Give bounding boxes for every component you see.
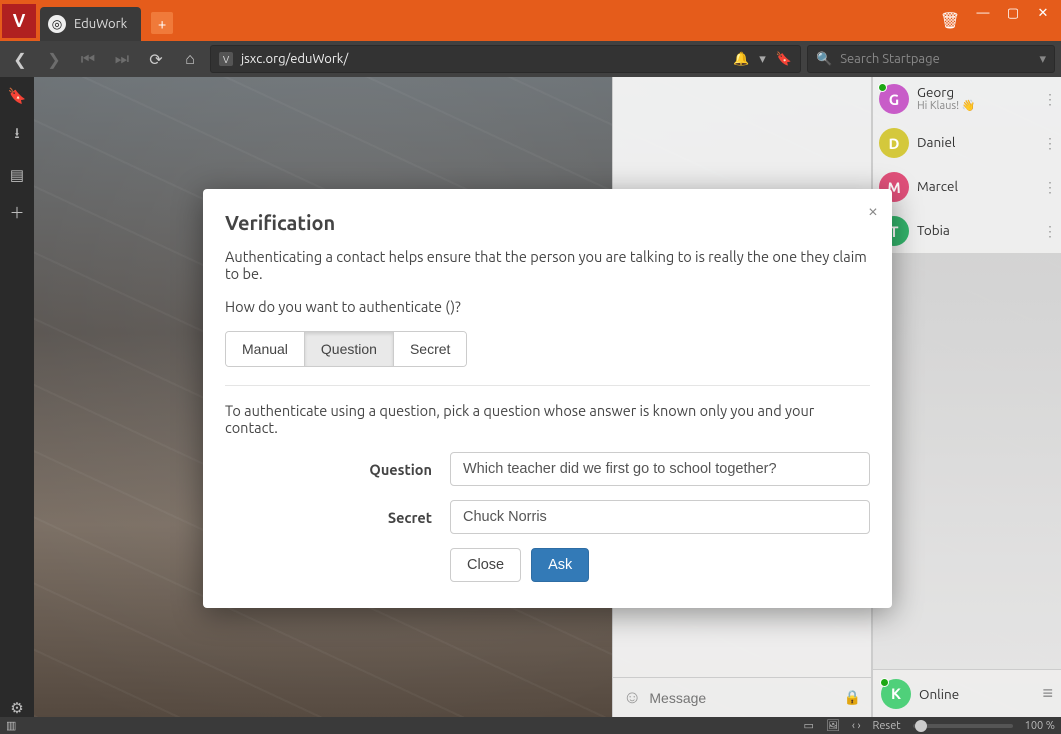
reload-button[interactable]: ⟳ — [142, 45, 170, 73]
own-status-label: Online — [919, 686, 959, 702]
zoom-reset[interactable]: Reset — [873, 720, 901, 732]
contact-menu-icon[interactable]: ⋮ — [1043, 91, 1057, 108]
ask-button[interactable]: Ask — [531, 548, 589, 582]
secret-label: Secret — [225, 509, 450, 526]
maximize-icon[interactable]: ▢ — [1003, 4, 1023, 22]
contact-menu-icon[interactable]: ⋮ — [1043, 223, 1057, 240]
site-info-icon[interactable]: V — [219, 52, 233, 66]
image-toggle-icon[interactable]: 🖼 — [826, 719, 840, 732]
avatar: K — [881, 679, 911, 709]
tab-question[interactable]: Question — [304, 332, 393, 366]
search-engine-dropdown-icon[interactable]: ▾ — [1039, 52, 1046, 67]
dialog-how: How do you want to authenticate ()? — [225, 298, 870, 315]
tab-favicon: ◎ — [48, 15, 66, 33]
home-button[interactable]: ⌂ — [176, 45, 204, 73]
fast-forward-button[interactable]: ⏭ — [108, 45, 136, 73]
window-controls: — ▢ ✕ — [967, 0, 1061, 41]
chat-input-bar: ☺ 🔒 — [613, 677, 871, 717]
question-label: Question — [225, 461, 450, 478]
url-text: jsxc.org/eduWork/ — [241, 52, 348, 66]
avatar: D — [879, 128, 909, 158]
settings-icon[interactable]: ⚙ — [10, 699, 23, 717]
emoji-icon[interactable]: ☺ — [623, 687, 641, 708]
question-help: To authenticate using a question, pick a… — [225, 402, 870, 436]
dialog-close-icon[interactable]: × — [868, 201, 878, 221]
notifications-icon[interactable]: 🔔 — [733, 52, 749, 67]
tab-secret[interactable]: Secret — [393, 332, 466, 366]
forward-button[interactable]: ❯ — [40, 45, 68, 73]
bookmarks-panel-icon[interactable]: 🔖 — [8, 87, 27, 105]
status-bar: ▥ ▭ 🖼 ‹ › Reset 100 % — [0, 717, 1061, 734]
contact-roster: G Georg Hi Klaus! 👋 ⋮ D Daniel ⋮ M Marce… — [872, 77, 1061, 717]
contact-item[interactable]: T Tobia ⋮ — [873, 209, 1061, 253]
encryption-lock-icon[interactable]: 🔒 — [844, 689, 861, 706]
verification-dialog: × Verification Authenticating a contact … — [203, 189, 892, 608]
presence-online-icon — [880, 678, 889, 687]
roster-menu-icon[interactable]: ≡ — [1042, 683, 1053, 704]
presence-online-icon — [878, 83, 887, 92]
search-icon: 🔍 — [816, 52, 832, 67]
question-input[interactable] — [450, 452, 870, 486]
dialog-intro: Authenticating a contact helps ensure th… — [225, 248, 870, 282]
close-button[interactable]: Close — [450, 548, 521, 582]
minimize-icon[interactable]: — — [973, 4, 993, 22]
avatar: G — [879, 84, 909, 114]
url-field[interactable]: V jsxc.org/eduWork/ 🔔 ▾ 🔖 — [210, 45, 801, 73]
search-field[interactable]: 🔍 Search Startpage ▾ — [807, 45, 1055, 73]
address-bar: ❮ ❯ ⏮ ⏭ ⟳ ⌂ V jsxc.org/eduWork/ 🔔 ▾ 🔖 🔍 … — [0, 41, 1061, 77]
contact-menu-icon[interactable]: ⋮ — [1043, 179, 1057, 196]
back-button[interactable]: ❮ — [6, 45, 34, 73]
contact-name: Georg — [917, 85, 975, 101]
contact-menu-icon[interactable]: ⋮ — [1043, 135, 1057, 152]
page-content: ☺ 🔒 G Georg Hi Klaus! 👋 ⋮ D Daniel — [34, 77, 1061, 717]
add-panel-icon[interactable]: ＋ — [9, 202, 24, 223]
zoom-value: 100 % — [1025, 720, 1055, 732]
zoom-slider[interactable] — [913, 724, 1013, 728]
secret-input[interactable] — [450, 500, 870, 534]
chat-message-input[interactable] — [649, 690, 835, 706]
page-actions-icon[interactable]: ‹ › — [852, 720, 861, 732]
browser-tab[interactable]: ◎ EduWork — [40, 7, 141, 41]
url-dropdown-icon[interactable]: ▾ — [759, 52, 766, 67]
search-placeholder: Search Startpage — [840, 52, 940, 66]
close-icon[interactable]: ✕ — [1033, 4, 1053, 22]
auth-method-tabs: Manual Question Secret — [225, 331, 467, 367]
contact-name: Marcel — [917, 179, 958, 195]
contact-last-msg: Hi Klaus! 👋 — [917, 100, 975, 113]
contact-item[interactable]: D Daniel ⋮ — [873, 121, 1061, 165]
contact-name: Tobia — [917, 223, 950, 239]
rewind-button[interactable]: ⏮ — [74, 45, 102, 73]
new-tab-button[interactable]: + — [151, 12, 173, 34]
contact-name: Daniel — [917, 135, 955, 151]
contact-item[interactable]: M Marcel ⋮ — [873, 165, 1061, 209]
downloads-panel-icon[interactable]: ⭳ — [14, 123, 19, 148]
titlebar: V ◎ EduWork + 🗑 — ▢ ✕ — [0, 0, 1061, 41]
bookmark-icon[interactable]: 🔖 — [776, 52, 792, 67]
tab-manual[interactable]: Manual — [226, 332, 304, 366]
panel-toggle-icon[interactable]: ▥ — [6, 719, 16, 732]
tab-title: EduWork — [74, 17, 127, 31]
app-menu-button[interactable]: V — [2, 4, 36, 38]
closed-tabs-trash-icon[interactable]: 🗑 — [933, 0, 967, 41]
notes-panel-icon[interactable]: ▤ — [10, 166, 24, 184]
panel-sidebar: 🔖 ⭳ ▤ ＋ ⚙ — [0, 77, 34, 717]
tiling-icon[interactable]: ▭ — [803, 719, 813, 732]
dialog-title: Verification — [225, 211, 870, 234]
contact-item[interactable]: G Georg Hi Klaus! 👋 ⋮ — [873, 77, 1061, 121]
own-presence[interactable]: K Online ≡ — [873, 669, 1061, 717]
